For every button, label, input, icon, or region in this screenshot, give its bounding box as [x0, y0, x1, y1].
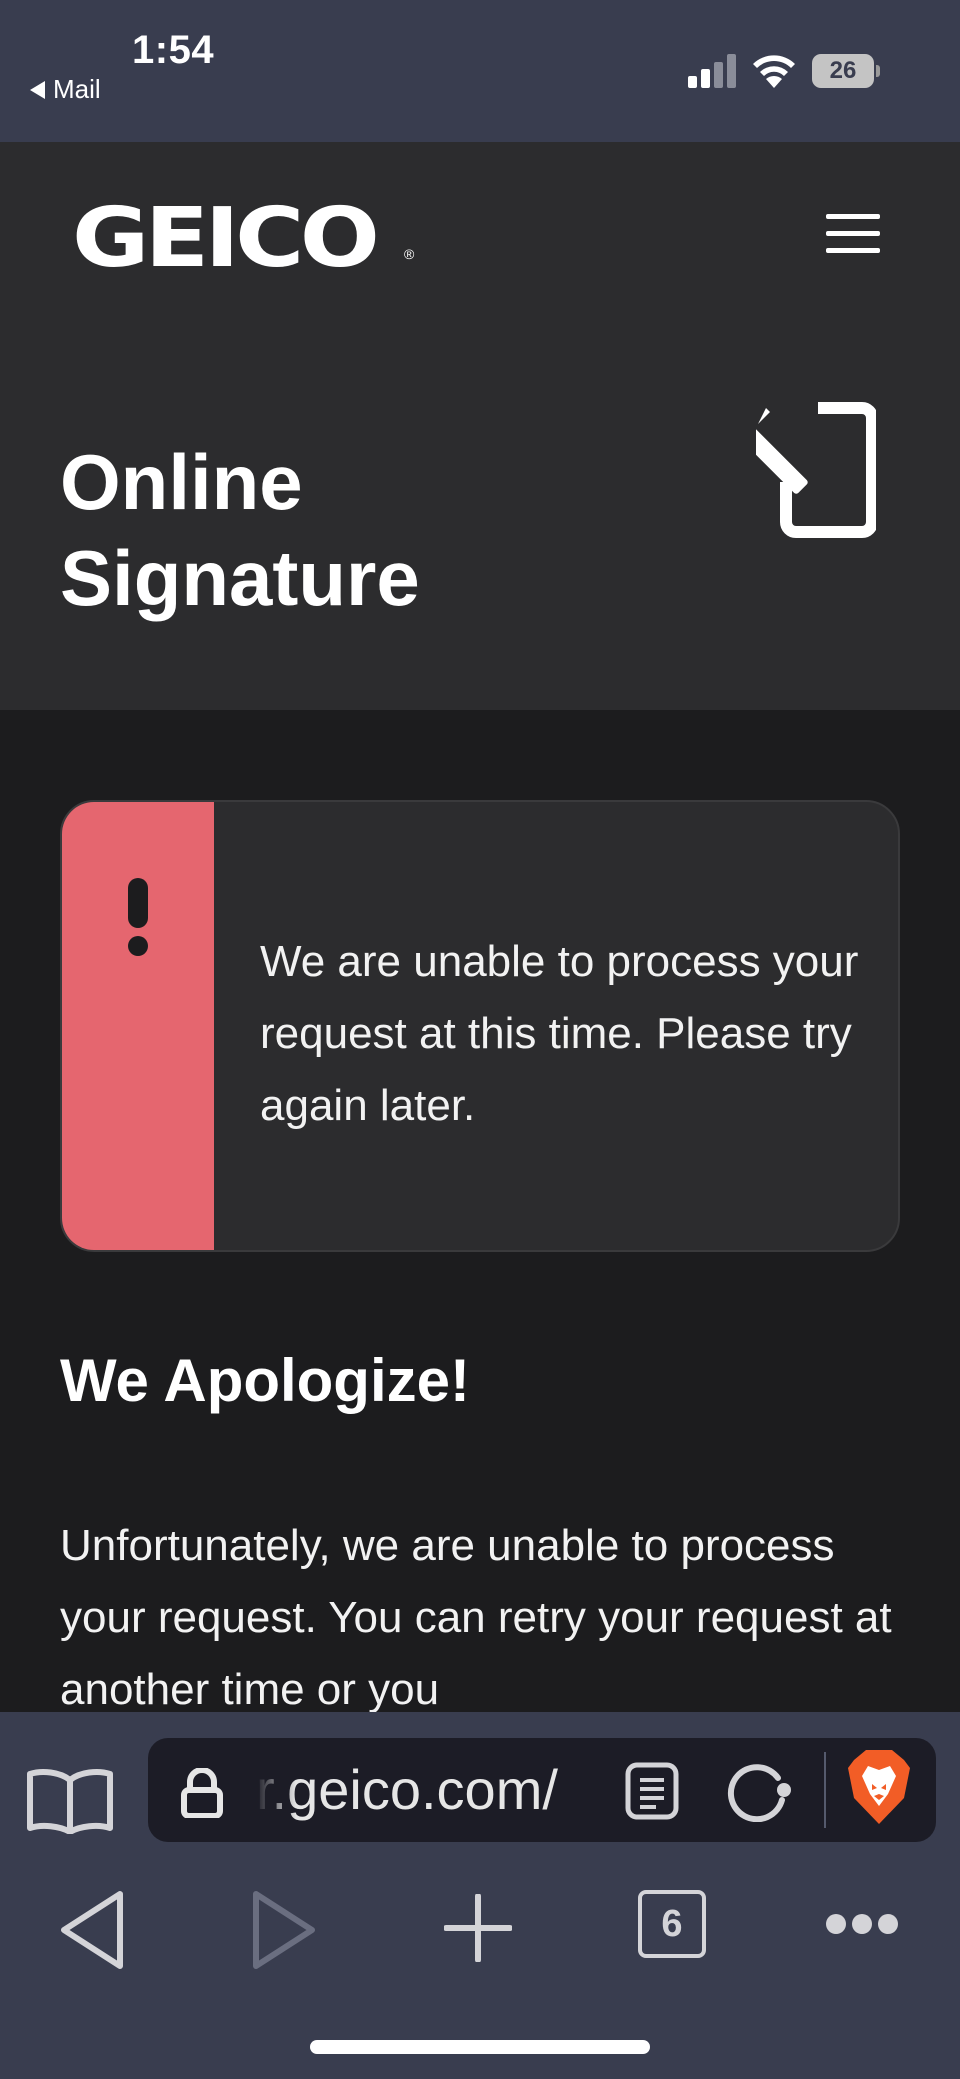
url-text[interactable]: r.geico.com/: [256, 1754, 592, 1826]
page-title: Online Signature: [60, 434, 620, 626]
exclamation-icon: [128, 878, 148, 956]
home-indicator[interactable]: [310, 2040, 650, 2054]
tabs-icon[interactable]: 6: [638, 1890, 706, 1958]
reload-icon[interactable]: [726, 1760, 792, 1822]
brave-shield-icon[interactable]: [848, 1750, 910, 1824]
browser-toolbar: r.geico.com/ 6: [0, 1712, 960, 2079]
lock-icon: [181, 1768, 223, 1818]
url-divider: [824, 1752, 826, 1828]
battery-cap: [876, 65, 880, 77]
battery-level: 26: [812, 54, 874, 88]
back-triangle-icon: [30, 80, 45, 99]
mobile-sign-icon: [756, 400, 876, 538]
menu-line: [826, 214, 880, 219]
url-fade: [256, 1748, 296, 1832]
alert-message: We are unable to process your request at…: [260, 937, 859, 1130]
forward-arrow-icon[interactable]: [248, 1888, 318, 1972]
apology-body: Unfortunately, we are unable to process …: [60, 1521, 892, 1714]
alert-stripe: [62, 802, 214, 1250]
back-to-mail-label: Mail: [53, 74, 101, 104]
more-icon[interactable]: [826, 1912, 898, 1936]
page-header: GEICO ® Online Signature: [0, 142, 960, 710]
menu-line: [826, 248, 880, 253]
page-title-line2: Signature: [60, 534, 420, 622]
reader-mode-icon[interactable]: [624, 1762, 680, 1820]
geico-logo[interactable]: GEICO: [72, 198, 380, 280]
back-arrow-icon[interactable]: [58, 1888, 128, 1972]
new-tab-icon[interactable]: [444, 1894, 512, 1962]
back-to-mail-link[interactable]: Mail: [30, 74, 101, 105]
wifi-icon: [753, 55, 795, 88]
battery-indicator: 26: [812, 54, 880, 88]
menu-line: [826, 231, 880, 236]
apology-heading: We Apologize!: [60, 1347, 470, 1414]
address-bar[interactable]: r.geico.com/: [148, 1738, 936, 1842]
hamburger-menu-icon[interactable]: [826, 214, 882, 258]
page-title-line1: Online: [60, 438, 303, 526]
bookmarks-icon[interactable]: [26, 1768, 114, 1834]
cellular-signal-icon: [688, 54, 736, 88]
status-bar: 1:54 Mail 26: [0, 0, 960, 142]
registered-mark: ®: [404, 246, 415, 262]
error-alert: We are unable to process your request at…: [60, 800, 900, 1252]
status-time: 1:54: [132, 28, 215, 72]
